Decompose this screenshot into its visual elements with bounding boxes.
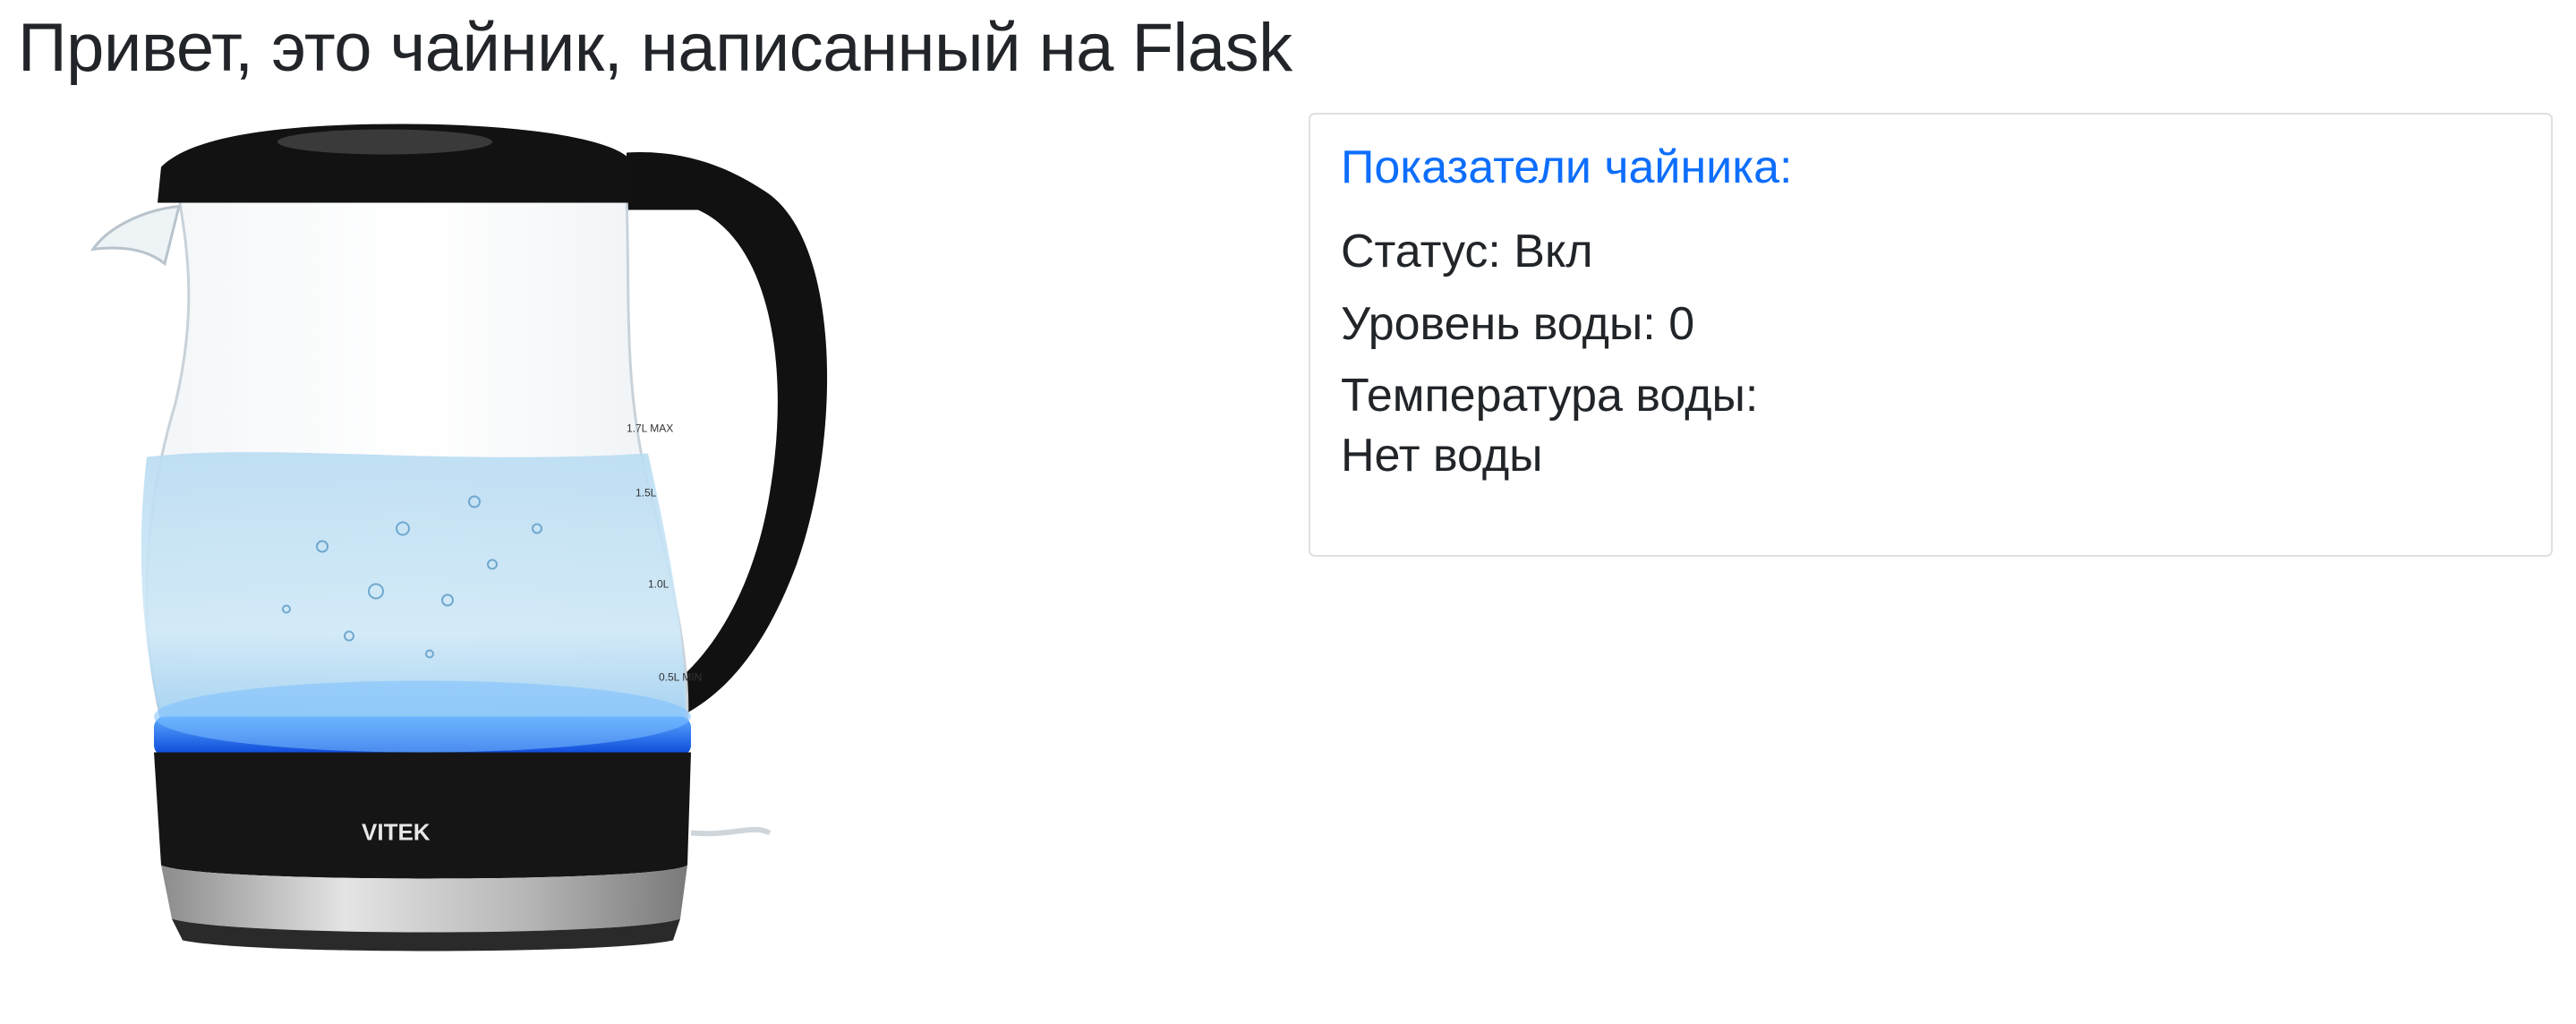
scale-mark: 1.7L MAX bbox=[627, 422, 673, 435]
page-title: Привет, это чайник, написанный на Flask bbox=[18, 10, 1292, 86]
status-value: Вкл bbox=[1514, 226, 1593, 278]
water-temperature-value: Нет воды bbox=[1341, 430, 1543, 482]
scale-mark: 1.5L bbox=[635, 487, 657, 499]
kettle-stats-card: Показатели чайника: Статус: Вкл Уровень в… bbox=[1309, 113, 2553, 557]
kettle-stats-card-body: Показатели чайника: Статус: Вкл Уровень в… bbox=[1310, 115, 2551, 524]
water-level-row: Уровень воды: 0 bbox=[1341, 294, 2521, 354]
status-row: Статус: Вкл bbox=[1341, 222, 2521, 282]
water-level-value: 0 bbox=[1668, 297, 1695, 350]
scale-mark: 0.5L MIN bbox=[659, 671, 702, 684]
status-label: Статус: bbox=[1341, 226, 1501, 278]
water-temperature-label: Температура воды: bbox=[1341, 370, 1759, 422]
water-level-label: Уровень воды: bbox=[1341, 297, 1656, 350]
kettle-brand-logo: VITEK bbox=[362, 819, 431, 846]
stats-card-title: Показатели чайника: bbox=[1341, 141, 1793, 193]
scale-mark: 1.0L bbox=[648, 578, 670, 591]
kettle-image: VITEK 1.7L MAX 1.5L 1.0L 0.5L MIN bbox=[90, 98, 1217, 1016]
water-temperature-row: Температура воды: Нет воды bbox=[1341, 366, 2521, 485]
